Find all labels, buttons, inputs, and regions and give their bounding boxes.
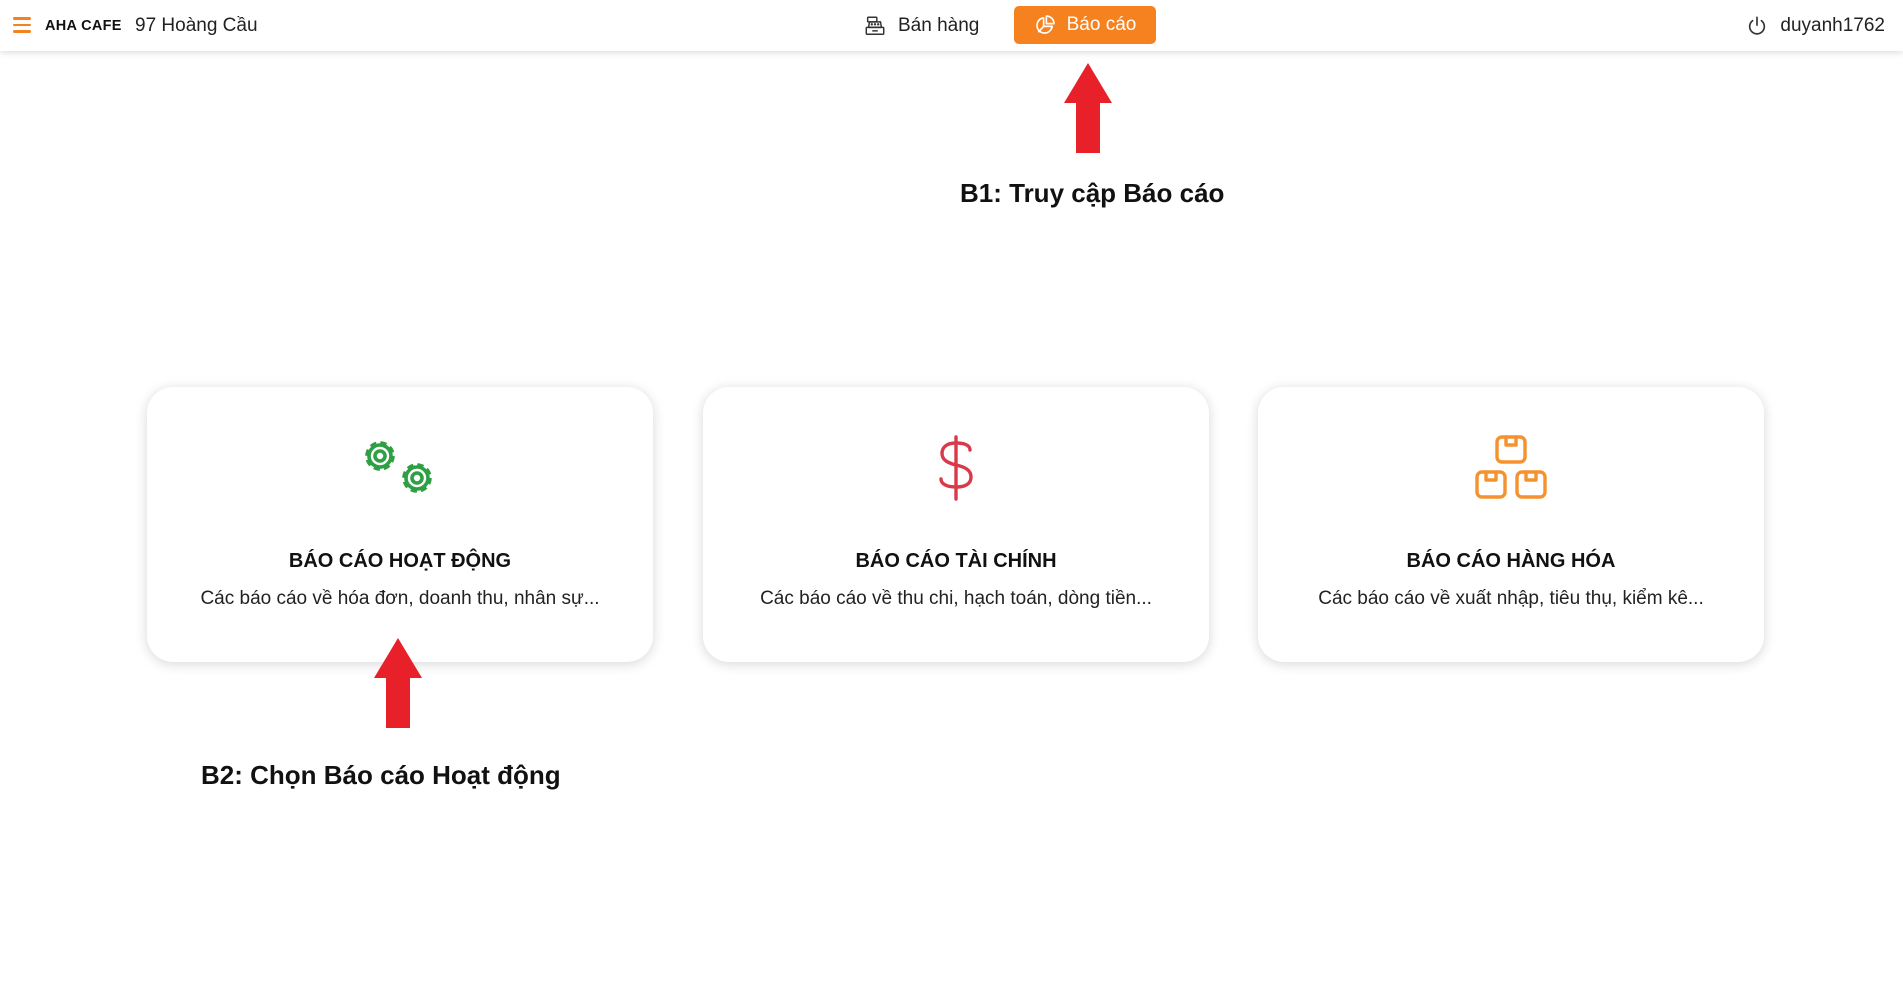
card-description: Các báo cáo về xuất nhập, tiêu thụ, kiểm… [1318, 588, 1704, 609]
brand-name: AHA CAFE [45, 18, 122, 34]
nav-sale-label: Bán hàng [898, 15, 980, 36]
nav-report-button[interactable]: Báo cáo [1014, 6, 1156, 44]
gears-icon [365, 441, 432, 493]
nav-sale-button[interactable]: Bán hàng [864, 12, 979, 40]
pie-chart-icon [1035, 15, 1055, 34]
step1-annotation: B1: Truy cập Báo cáo [960, 178, 1225, 208]
card-title: BÁO CÁO HOẠT ĐỘNG [288, 550, 512, 572]
branch-name: 97 Hoàng Cầu [135, 15, 258, 36]
user-account[interactable]: duyanh1762 [1746, 12, 1885, 40]
nav-report-label: Báo cáo [1066, 14, 1137, 35]
card-finance-report[interactable]: BÁO CÁO TÀI CHÍNH Các báo cáo về thu chi… [703, 387, 1209, 662]
card-title: BÁO CÁO HÀNG HÓA [1406, 550, 1616, 572]
username: duyanh1762 [1780, 15, 1885, 36]
boxes-icon [1475, 435, 1547, 499]
card-activity-report[interactable]: BÁO CÁO HOẠT ĐỘNG Các báo cáo về hóa đơn… [147, 387, 653, 662]
card-description: Các báo cáo về hóa đơn, doanh thu, nhân … [200, 588, 600, 609]
card-title: BÁO CÁO TÀI CHÍNH [855, 550, 1057, 572]
card-description: Các báo cáo về thu chi, hạch toán, dòng … [760, 588, 1152, 609]
cash-register-icon [865, 16, 885, 35]
dollar-icon [939, 435, 973, 501]
step2-annotation: B2: Chọn Báo cáo Hoạt động [201, 760, 561, 790]
top-navigation-bar: AHA CAFE 97 Hoàng Cầu Bán hàng Báo cáo d… [0, 0, 1903, 51]
card-goods-report[interactable]: BÁO CÁO HÀNG HÓA Các báo cáo về xuất nhậ… [1258, 387, 1764, 662]
step2-arrow-icon [374, 638, 422, 728]
power-icon [1749, 16, 1766, 35]
step1-arrow-icon [1064, 63, 1112, 153]
hamburger-menu-icon[interactable] [13, 17, 31, 33]
